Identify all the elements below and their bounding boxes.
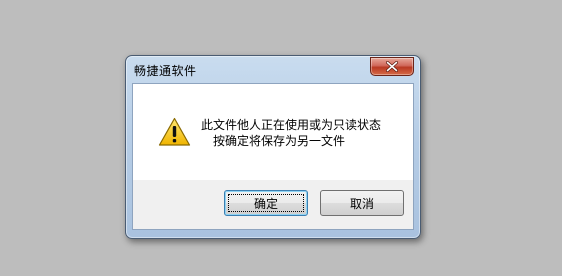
close-icon [386, 61, 398, 72]
message-line-1: 此文件他人正在使用或为只读状态 [201, 118, 382, 132]
dialog-titlebar[interactable]: 畅捷通软件 [126, 56, 420, 83]
dialog-body: 此文件他人正在使用或为只读状态 按确定将保存为另一文件 确定 取消 [132, 83, 414, 230]
message-line-2: 按确定将保存为另一文件 [213, 134, 346, 148]
ok-button[interactable]: 确定 [224, 190, 308, 216]
close-button[interactable] [370, 57, 414, 76]
ok-button-label: 确定 [253, 196, 278, 211]
warning-icon [158, 117, 191, 146]
dialog-title: 畅捷通软件 [134, 64, 197, 78]
cancel-button[interactable]: 取消 [320, 190, 404, 216]
message-area: 此文件他人正在使用或为只读状态 按确定将保存为另一文件 [133, 84, 413, 180]
message-dialog: 畅捷通软件 此文件他人正在使用或为只读状态 按确定将保存为另一文件 确定 取消 [125, 55, 421, 239]
cancel-button-label: 取消 [349, 196, 374, 211]
